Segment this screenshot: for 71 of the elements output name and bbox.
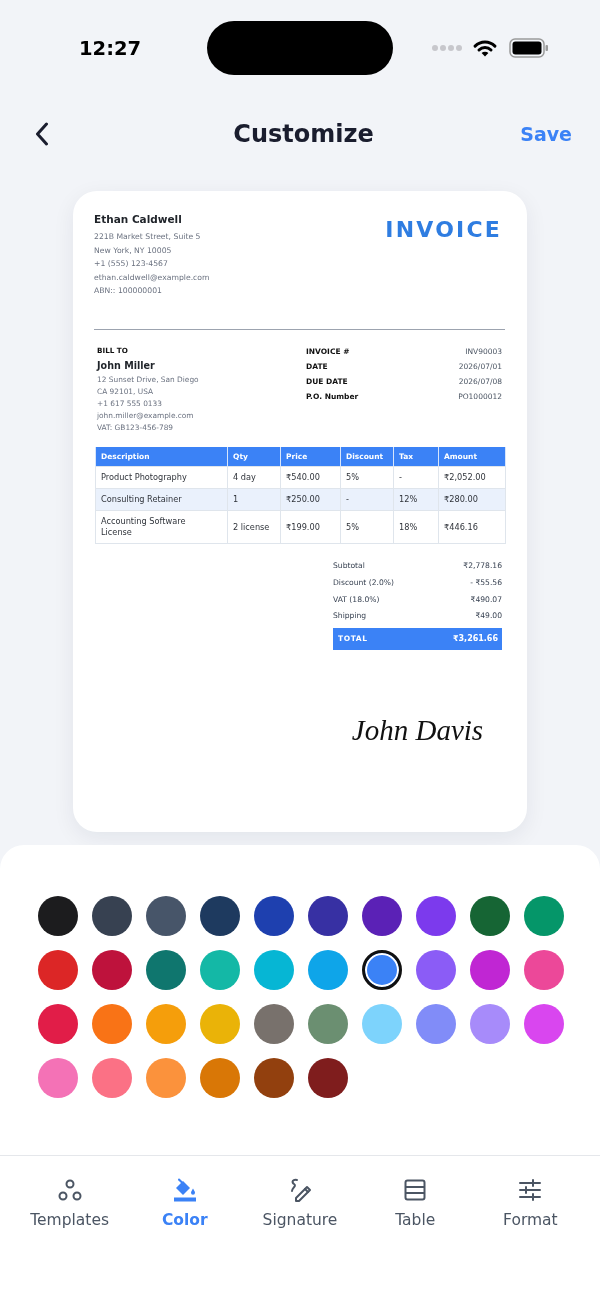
color-swatch-icon[interactable] xyxy=(92,1058,132,1098)
back-button[interactable] xyxy=(35,122,49,146)
table-cell: 2 license xyxy=(227,510,281,544)
table-cell: Product Photography xyxy=(95,466,228,489)
table-cell: Consulting Retainer xyxy=(95,488,228,511)
tab-button[interactable]: Color xyxy=(127,1156,243,1230)
tab-button[interactable]: Templates xyxy=(12,1156,128,1230)
signal-dots-icon xyxy=(432,45,462,51)
color-swatch-icon[interactable] xyxy=(308,1004,348,1044)
color-swatch-icon[interactable] xyxy=(254,1004,294,1044)
table-cell: 5% xyxy=(340,466,394,489)
color-swatch-icon[interactable] xyxy=(254,896,294,936)
status-time: 12:27 xyxy=(79,36,142,60)
color-swatch-icon[interactable] xyxy=(38,896,78,936)
back-icon xyxy=(35,122,49,146)
invoice-title: INVOICE xyxy=(385,216,502,244)
wifi-icon xyxy=(473,39,497,57)
table-cell: 4 day xyxy=(227,466,281,489)
color-swatch-icon[interactable] xyxy=(146,1004,186,1044)
color-swatch-icon[interactable] xyxy=(308,1058,348,1098)
color-swatch-icon[interactable] xyxy=(200,950,240,990)
table-cell: 5% xyxy=(340,510,394,544)
sliders-icon xyxy=(518,1178,543,1202)
sender-name: Ethan Caldwell xyxy=(94,212,183,226)
signature: John Davis xyxy=(351,713,484,746)
table-cell: 18% xyxy=(393,510,439,544)
color-swatch-icon[interactable] xyxy=(470,896,510,936)
table-cell: - xyxy=(393,466,439,489)
color-swatch-icon[interactable] xyxy=(146,1058,186,1098)
color-swatch-icon[interactable] xyxy=(92,1004,132,1044)
table-cell: Accounting Software License xyxy=(95,510,228,544)
color-swatch-icon[interactable] xyxy=(524,896,564,936)
screen-title: Customize xyxy=(233,120,374,148)
total-value: ₹3,261.66 xyxy=(452,634,498,644)
client-name: John Miller xyxy=(97,358,156,373)
color-swatch-icon[interactable] xyxy=(470,1004,510,1044)
color-swatch-icon[interactable] xyxy=(146,950,186,990)
table-icon xyxy=(403,1178,428,1202)
table-cell: ₹446.16 xyxy=(438,510,506,544)
color-swatch-icon[interactable] xyxy=(38,1004,78,1044)
color-swatch-icon[interactable] xyxy=(38,1058,78,1098)
tab-button[interactable]: Table xyxy=(357,1156,473,1230)
color-swatch-icon[interactable] xyxy=(38,950,78,990)
color-swatch-icon[interactable] xyxy=(362,896,402,936)
color-swatch-icon[interactable] xyxy=(200,1058,240,1098)
table-cell: ₹199.00 xyxy=(280,510,341,544)
color-swatch-icon[interactable] xyxy=(416,950,456,990)
color-swatch-icon[interactable] xyxy=(254,1058,294,1098)
color-swatch-icon[interactable] xyxy=(92,896,132,936)
color-swatch-icon[interactable] xyxy=(308,950,348,990)
paint-bucket-icon xyxy=(172,1178,197,1202)
color-swatch-icon[interactable] xyxy=(416,896,456,936)
color-swatch-icon[interactable] xyxy=(146,896,186,936)
color-swatch-icon[interactable] xyxy=(524,1004,564,1044)
color-swatch-icon[interactable] xyxy=(362,1004,402,1044)
color-swatch-icon[interactable] xyxy=(92,950,132,990)
color-swatch-icon[interactable] xyxy=(308,896,348,936)
color-swatch-icon[interactable] xyxy=(362,950,402,990)
color-swatch-icon[interactable] xyxy=(200,896,240,936)
color-swatch-icon[interactable] xyxy=(416,1004,456,1044)
color-swatch-icon[interactable] xyxy=(254,950,294,990)
pen-scribble-icon xyxy=(288,1178,312,1202)
color-swatch-icon[interactable] xyxy=(200,1004,240,1044)
table-cell: ₹2,052.00 xyxy=(438,466,506,489)
color-swatch-icon[interactable] xyxy=(470,950,510,990)
battery-icon xyxy=(509,38,549,58)
tab-button[interactable]: Signature xyxy=(242,1156,358,1230)
three-circles-icon xyxy=(57,1178,82,1202)
color-swatch-icon[interactable] xyxy=(524,950,564,990)
table-cell: ₹540.00 xyxy=(280,466,341,489)
tab-button[interactable]: Format xyxy=(472,1156,588,1230)
